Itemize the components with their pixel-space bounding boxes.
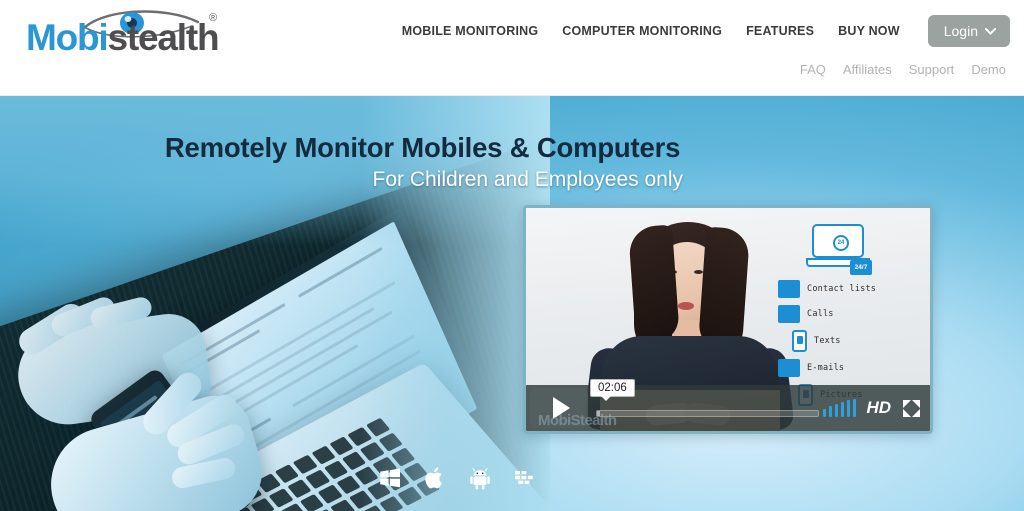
progress-fill xyxy=(597,411,601,416)
phone-call-icon xyxy=(778,305,800,323)
volume-control[interactable] xyxy=(822,399,857,417)
feature-label: Calls xyxy=(807,309,834,319)
fullscreen-icon[interactable] xyxy=(903,399,920,417)
feature-contact-lists: Contact lists xyxy=(778,280,928,298)
logo-wordmark: Mobistealth xyxy=(26,17,220,58)
feature-label: Texts xyxy=(814,336,841,346)
supported-platforms xyxy=(378,466,537,490)
login-button[interactable]: Login xyxy=(927,15,1010,47)
hero-headline: Remotely Monitor Mobiles & Computers xyxy=(164,132,681,163)
nav-item-computer-monitoring[interactable]: COMPUTER MONITORING xyxy=(562,24,722,38)
feature-label: Contact lists xyxy=(807,284,877,294)
play-button[interactable] xyxy=(530,388,588,428)
hd-toggle[interactable]: HD xyxy=(866,398,891,418)
site-header: Mobistealth ® MOBILE MONITORING COMPUTER… xyxy=(0,0,1024,96)
nav-item-features[interactable]: FEATURES xyxy=(746,24,814,38)
chevron-down-icon xyxy=(985,27,996,35)
login-button-label: Login xyxy=(943,23,978,39)
header-divider xyxy=(0,95,1024,96)
blackberry-icon[interactable] xyxy=(513,466,537,490)
contacts-icon xyxy=(778,280,800,298)
site-logo[interactable]: Mobistealth ® xyxy=(16,8,226,60)
logo-brand-first: Mobi xyxy=(26,17,109,58)
email-icon xyxy=(778,359,800,377)
nav-item-support[interactable]: Support xyxy=(909,62,955,77)
page-root: Mobistealth ® MOBILE MONITORING COMPUTER… xyxy=(0,0,1024,511)
android-icon[interactable] xyxy=(468,466,492,490)
secondary-navigation: FAQ Affiliates Support Demo xyxy=(800,62,1006,77)
nav-item-affiliates[interactable]: Affiliates xyxy=(843,62,892,77)
hero-banner: Remotely Monitor Mobiles & Computers For… xyxy=(0,96,1024,511)
feature-texts: Texts xyxy=(792,330,928,352)
feature-emails: E-mails xyxy=(778,359,928,377)
play-icon xyxy=(552,397,570,419)
time-tooltip: 02:06 xyxy=(590,379,635,401)
feature-calls: Calls xyxy=(778,305,928,323)
feature-label: E-mails xyxy=(807,363,845,373)
nav-item-faq[interactable]: FAQ xyxy=(800,62,826,77)
video-player[interactable]: 24 24/7 Contact lists Calls Texts E-mail… xyxy=(523,205,933,434)
nav-item-mobile-monitoring[interactable]: MOBILE MONITORING xyxy=(402,24,539,38)
video-progress-area: 02:06 xyxy=(590,379,819,431)
video-control-bar: 02:06 HD xyxy=(526,379,930,431)
nav-item-demo[interactable]: Demo xyxy=(971,62,1006,77)
windows-icon[interactable] xyxy=(378,466,402,490)
progress-scrubber[interactable] xyxy=(596,410,819,417)
hero-subheadline: For Children and Employees only xyxy=(372,168,684,191)
sms-icon xyxy=(792,330,807,352)
logo-brand-second: stealth xyxy=(107,17,220,58)
nav-item-buy-now[interactable]: BUY NOW xyxy=(838,24,900,38)
laptop-monitoring-icon: 24 24/7 xyxy=(806,224,872,275)
badge-24-7: 24/7 xyxy=(850,260,872,275)
apple-icon[interactable] xyxy=(423,466,447,490)
clock-icon-label: 24 xyxy=(833,235,849,251)
primary-navigation: MOBILE MONITORING COMPUTER MONITORING FE… xyxy=(402,14,1010,48)
registered-mark: ® xyxy=(209,12,218,24)
